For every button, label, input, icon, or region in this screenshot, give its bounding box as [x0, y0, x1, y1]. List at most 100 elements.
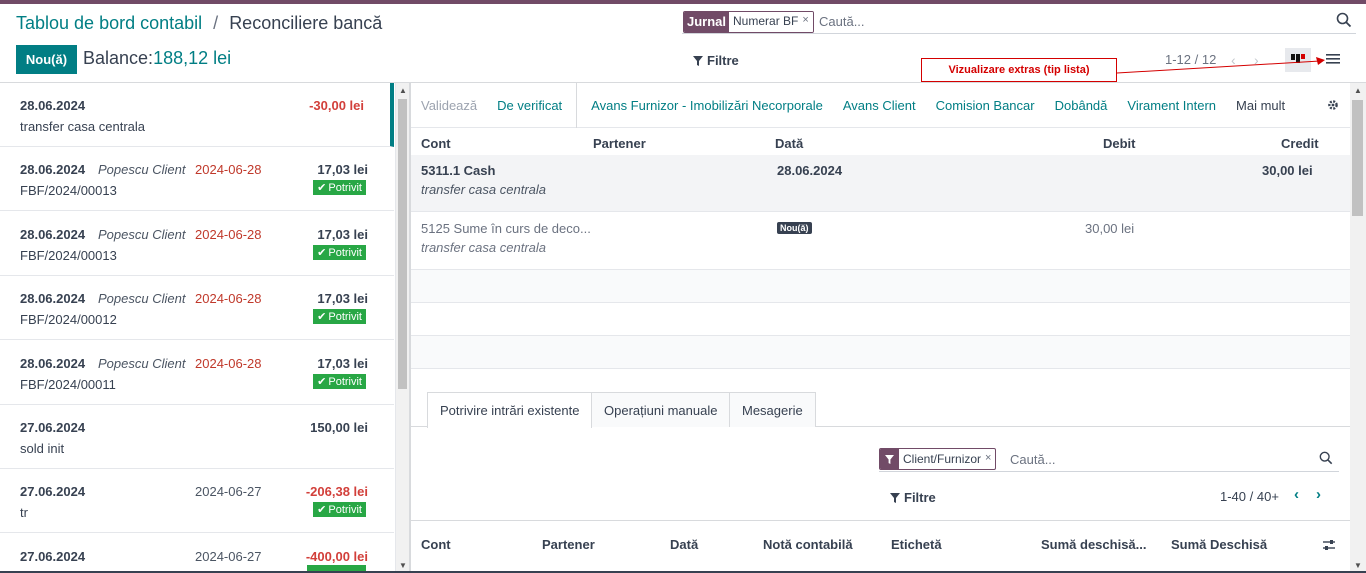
filters-label: Filtre [707, 53, 739, 68]
new-line-tag: Nou(ă) [777, 222, 812, 234]
model-button[interactable]: Virament Intern [1117, 98, 1226, 113]
filters-toggle[interactable]: Filtre [693, 53, 739, 68]
scrollbar-thumb[interactable] [398, 99, 407, 389]
new-button[interactable]: Nou(ă) [16, 45, 77, 74]
list-item[interactable]: 27.06.2024 2024-06-27 -206,38 lei tr ✔ Po… [0, 469, 394, 533]
check-icon: ✔ [317, 182, 327, 194]
to-check-button[interactable]: De verificat [487, 98, 572, 113]
empty-row [411, 270, 1350, 303]
list-item[interactable]: 27.06.2024 2024-06-27 -400,00 lei [0, 534, 394, 573]
tab-manual-operations[interactable]: Operațiuni manuale [591, 392, 731, 427]
scroll-down-icon[interactable]: ▼ [399, 561, 407, 570]
badge-label: Potrivit [328, 181, 362, 194]
facet-remove-icon[interactable]: × [802, 12, 813, 32]
tab-messaging[interactable]: Mesagerie [729, 392, 816, 427]
check-icon: ✔ [317, 376, 327, 388]
statement-list-scrollbar[interactable]: ▲ ▼ [395, 83, 409, 573]
badge-label: Potrivit [328, 503, 362, 516]
model-button[interactable]: Avans Furnizor - Imobilizări Necorporale [581, 98, 833, 113]
match-header-residual-currency[interactable]: Sumă Deschisă [1171, 537, 1267, 552]
check-icon: ✔ [317, 504, 327, 516]
model-button[interactable]: Avans Client [833, 98, 926, 113]
matched-badge: ✔ Potrivit [313, 309, 366, 324]
statement-partner-date: 2024-06-28 [195, 356, 262, 371]
check-icon: ✔ [317, 247, 327, 259]
match-header-date[interactable]: Dată [670, 537, 698, 552]
list-item[interactable]: 28.06.2024 Popescu Client 2024-06-28 17,… [0, 212, 394, 276]
lines-header-partner: Partener [593, 136, 646, 151]
line-credit: 30,00 lei [1262, 163, 1313, 178]
match-header-account[interactable]: Cont [421, 537, 451, 552]
search-facet-journal[interactable]: Jurnal Numerar BF × [683, 11, 814, 33]
table-row[interactable]: 5125 Sume în curs de deco... transfer ca… [411, 212, 1350, 270]
model-button[interactable]: Comision Bancar [926, 98, 1045, 113]
match-filters-toggle[interactable]: Filtre [890, 490, 936, 505]
statement-date: 27.06.2024 [20, 484, 86, 499]
line-date: 28.06.2024 [777, 163, 843, 178]
balance: Balance:188,12 lei [83, 48, 231, 69]
table-row[interactable]: 5311.1 Cash transfer casa centrala 28.06… [411, 155, 1350, 212]
statement-partner-date: 2024-06-28 [195, 291, 262, 306]
statement-ref: FBF/2024/00011 [20, 377, 116, 392]
breadcrumb-parent-link[interactable]: Tablou de bord contabil [16, 13, 202, 33]
match-pager-prev-icon[interactable]: ‹ [1294, 486, 1299, 503]
scrollbar-thumb[interactable] [1352, 100, 1363, 216]
statement-date: 28.06.2024 [20, 98, 86, 113]
statement-partner: Popescu Client [98, 162, 186, 177]
search-input[interactable]: Caută... [819, 14, 865, 29]
statement-amount: 17,03 lei [317, 356, 368, 371]
statement-ref: FBF/2024/00013 [20, 248, 117, 263]
list-item[interactable]: 28.06.2024 Popescu Client 2024-06-28 17,… [0, 147, 394, 211]
match-header-partner[interactable]: Partener [542, 537, 595, 552]
search-facet-partner[interactable]: Client/Furnizor × [879, 448, 997, 470]
right-panel-scrollbar[interactable]: ▲ ▼ [1350, 83, 1366, 573]
statement-partner-date: 2024-06-27 [195, 484, 262, 499]
search-bar[interactable]: Jurnal Numerar BF × Caută... [682, 11, 1356, 34]
statement-partner: Popescu Client [98, 291, 186, 306]
breadcrumb-separator: / [213, 13, 219, 33]
match-header-residual[interactable]: Sumă deschisă... [1041, 537, 1147, 552]
action-divider [576, 82, 578, 128]
annotation-callout: Vizualizare extras (tip lista) [921, 58, 1117, 82]
statement-ref: tr [20, 505, 28, 520]
top-accent-bar [0, 0, 1366, 4]
scroll-up-icon[interactable]: ▲ [399, 86, 407, 95]
list-view-icon[interactable] [1325, 51, 1341, 67]
match-search-bar[interactable]: Client/Furnizor × Caută... [879, 448, 1339, 472]
tab-match-existing[interactable]: Potrivire intrări existente [427, 392, 593, 428]
list-item[interactable]: 27.06.2024 150,00 lei sold init [0, 405, 394, 469]
statement-amount: 150,00 lei [310, 420, 368, 435]
optional-columns-icon[interactable] [1322, 538, 1336, 552]
more-button[interactable]: Mai mult [1226, 98, 1295, 113]
check-icon: ✔ [317, 311, 327, 323]
list-item[interactable]: 28.06.2024 Popescu Client 2024-06-28 17,… [0, 276, 394, 340]
match-header-label[interactable]: Etichetă [891, 537, 942, 552]
statement-partner-date: 2024-06-27 [195, 549, 262, 564]
statement-amount: 17,03 lei [317, 227, 368, 242]
search-icon[interactable] [1336, 12, 1352, 28]
validate-button[interactable]: Validează [411, 98, 487, 113]
list-item[interactable]: 28.06.2024 Popescu Client 2024-06-28 17,… [0, 341, 394, 405]
matched-badge: ✔ Potrivit [313, 180, 366, 195]
facet-remove-icon[interactable]: × [985, 449, 995, 469]
statement-partner-date: 2024-06-28 [195, 227, 262, 242]
match-pager-value[interactable]: 1-40 / 40+ [1220, 489, 1279, 504]
annotation-arrow-icon [1116, 57, 1325, 74]
match-pager-next-icon[interactable]: › [1316, 486, 1321, 503]
statement-amount: 17,03 lei [317, 162, 368, 177]
scroll-down-icon[interactable]: ▼ [1354, 561, 1362, 570]
scroll-up-icon[interactable]: ▲ [1354, 86, 1362, 95]
list-item[interactable]: 28.06.2024 -30,00 lei transfer casa cent… [0, 83, 394, 147]
filter-icon [890, 492, 900, 503]
line-label: transfer casa centrala [421, 240, 547, 255]
line-debit: 30,00 lei [1085, 221, 1135, 236]
badge-label: Potrivit [328, 310, 362, 323]
lines-header-credit: Credit [1281, 136, 1319, 151]
match-search-input[interactable]: Caută... [1010, 452, 1056, 467]
model-button[interactable]: Dobândă [1045, 98, 1118, 113]
empty-row [411, 303, 1350, 336]
match-header-entry[interactable]: Notă contabilă [763, 537, 853, 552]
gear-icon[interactable] [1327, 99, 1339, 111]
filters-label: Filtre [904, 490, 936, 505]
search-icon[interactable] [1319, 451, 1333, 465]
